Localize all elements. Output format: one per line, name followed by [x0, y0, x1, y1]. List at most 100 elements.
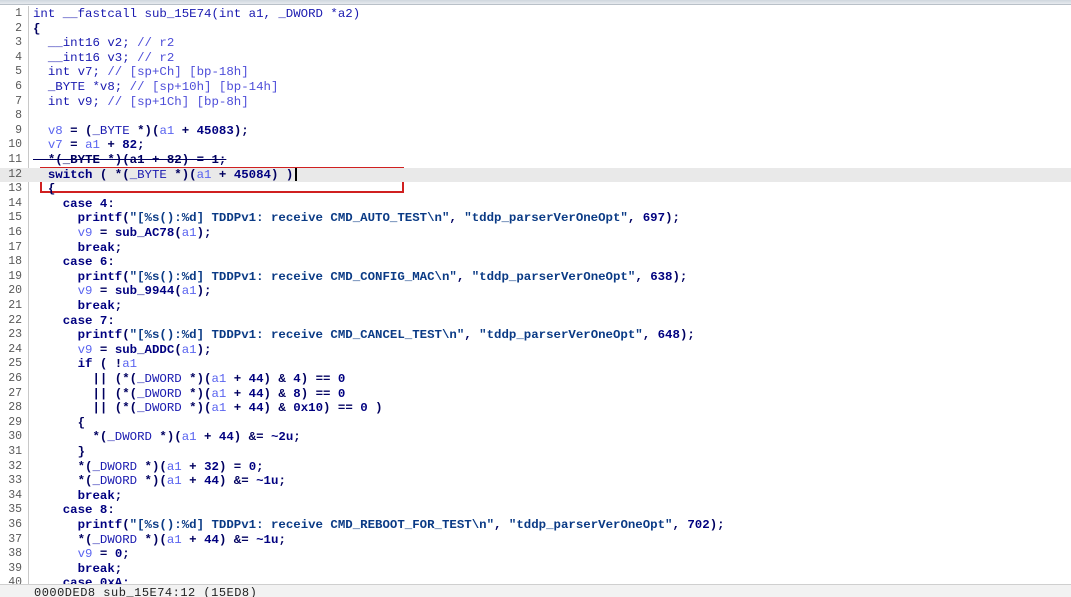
- code-line[interactable]: 22 case 7:: [0, 314, 1071, 329]
- code-line[interactable]: 26 || (*(_DWORD *)(a1 + 44) & 4) == 0: [0, 372, 1071, 387]
- code-token: 44: [204, 532, 219, 547]
- code-line[interactable]: 13 {: [0, 182, 1071, 197]
- code-token: v7: [47, 138, 63, 153]
- line-number: 4: [15, 50, 22, 64]
- code-line[interactable]: 32 *(_DWORD *)(a1 + 32) = 0;: [0, 460, 1071, 475]
- code-text: *(_DWORD *)(a1 + 44) &= ~1u;: [33, 533, 286, 548]
- code-line[interactable]: 20 v9 = sub_9944(a1);: [0, 284, 1071, 299]
- code-token: a1: [166, 532, 182, 547]
- code-token: *)(: [129, 123, 160, 138]
- code-line[interactable]: 9 v8 = (_BYTE *)(a1 + 45083);: [0, 124, 1071, 139]
- code-token: ;: [114, 488, 123, 503]
- code-line[interactable]: 37 *(_DWORD *)(a1 + 44) &= ~1u;: [0, 533, 1071, 548]
- code-text: case 7:: [33, 314, 115, 329]
- code-line[interactable]: 23 printf("[%s():%d] TDDPv1: receive CMD…: [0, 328, 1071, 343]
- code-token: ) &: [263, 372, 294, 386]
- code-text: __int16 v3; // r2: [33, 51, 174, 66]
- code-line[interactable]: 1 int __fastcall sub_15E74(int a1, _DWORD…: [0, 7, 1071, 22]
- code-line[interactable]: 35 case 8:: [0, 503, 1071, 518]
- code-token: a1: [211, 401, 227, 416]
- code-token: a1: [211, 386, 227, 401]
- code-line[interactable]: 7 int v9; // [sp+1Ch] [bp-8h]: [0, 95, 1071, 110]
- code-line[interactable]: 5 int v7; // [sp+Ch] [bp-18h]: [0, 65, 1071, 80]
- code-token: ) &=: [218, 532, 257, 547]
- code-token: __int16 v3;: [33, 50, 138, 65]
- code-token: ) &=: [218, 474, 257, 489]
- code-line[interactable]: 34 break;: [0, 489, 1071, 504]
- code-token: "[%s():%d] TDDPv1: receive CMD_CANCEL_TE…: [129, 328, 465, 343]
- code-token: ): [367, 401, 383, 416]
- code-line[interactable]: 28 || (*(_DWORD *)(a1 + 44) & 0x10) == 0…: [0, 401, 1071, 416]
- code-line[interactable]: 15 printf("[%s():%d] TDDPv1: receive CMD…: [0, 211, 1071, 226]
- code-line[interactable]: 40 case 0xA:: [0, 576, 1071, 584]
- code-line[interactable]: 21 break;: [0, 299, 1071, 314]
- code-line[interactable]: 33 *(_DWORD *)(a1 + 44) &= ~1u;: [0, 474, 1071, 489]
- code-line[interactable]: 39 break;: [0, 562, 1071, 577]
- code-token: a1: [181, 342, 197, 357]
- code-line[interactable]: 12 switch ( *(_BYTE *)(a1 + 45084) ): [0, 167, 1071, 183]
- code-line[interactable]: 36 printf("[%s():%d] TDDPv1: receive CMD…: [0, 518, 1071, 533]
- line-number: 40: [8, 576, 22, 584]
- code-line[interactable]: 3 __int16 v2; // r2: [0, 36, 1071, 51]
- code-line[interactable]: 11 *(_BYTE *)(a1 + 82) = 1;: [0, 153, 1071, 168]
- code-token: 44: [248, 372, 264, 386]
- code-token: =: [92, 284, 115, 299]
- code-token: printf: [33, 211, 123, 226]
- code-token: ,: [494, 518, 509, 532]
- code-line[interactable]: 30 *(_DWORD *)(a1 + 44) &= ~2u;: [0, 430, 1071, 445]
- code-text: {: [33, 416, 85, 431]
- line-number: 5: [15, 65, 22, 79]
- code-token: 8: [293, 386, 301, 401]
- line-number: 10: [8, 138, 22, 152]
- code-text: || (*(_DWORD *)(a1 + 44) & 4) == 0: [33, 372, 345, 387]
- code-line[interactable]: 29 {: [0, 416, 1071, 431]
- code-line[interactable]: 2{: [0, 22, 1071, 37]
- code-text: case 6:: [33, 255, 115, 270]
- code-text: case 0xA:: [33, 576, 130, 584]
- line-number: 34: [8, 488, 22, 502]
- code-token: case: [33, 503, 100, 518]
- code-line[interactable]: 18 case 6:: [0, 255, 1071, 270]
- code-token: switch: [33, 167, 93, 182]
- code-line[interactable]: 14 case 4:: [0, 197, 1071, 212]
- code-token: case 0xA:: [33, 576, 130, 584]
- code-line[interactable]: 27 || (*(_DWORD *)(a1 + 44) & 8) == 0: [0, 387, 1071, 402]
- line-number: 7: [15, 94, 22, 108]
- code-token: // [sp+10h] [bp-14h]: [129, 80, 279, 94]
- code-token: 44: [204, 474, 219, 489]
- code-line[interactable]: 16 v9 = sub_AC78(a1);: [0, 226, 1071, 241]
- code-text: {: [33, 182, 55, 197]
- line-number: 13: [8, 182, 22, 196]
- code-line[interactable]: 38 v9 = 0;: [0, 547, 1071, 562]
- code-line[interactable]: 25 if ( !a1: [0, 357, 1071, 372]
- line-number: 25: [8, 357, 22, 371]
- line-number: 2: [15, 21, 22, 35]
- code-token: if: [33, 357, 93, 372]
- code-token: :: [107, 196, 115, 211]
- code-line[interactable]: 4 __int16 v3; // r2: [0, 51, 1071, 66]
- code-token: (: [122, 518, 130, 532]
- code-token: v8: [47, 123, 63, 138]
- code-token: ;: [278, 474, 286, 489]
- code-text: case 8:: [33, 503, 115, 518]
- code-token: || (*(: [33, 386, 138, 401]
- code-line[interactable]: 19 printf("[%s():%d] TDDPv1: receive CMD…: [0, 270, 1071, 285]
- code-token: break: [33, 561, 115, 576]
- code-line[interactable]: 10 v7 = a1 + 82;: [0, 138, 1071, 153]
- code-line[interactable]: 31 }: [0, 445, 1071, 460]
- pseudocode-editor[interactable]: 1 int __fastcall sub_15E74(int a1, _DWORD…: [0, 6, 1071, 584]
- code-token: ) ==: [300, 386, 338, 401]
- code-line[interactable]: 8: [0, 109, 1071, 124]
- code-token: "tddp_parserVerOneOpt": [479, 328, 643, 343]
- code-token: "[%s():%d] TDDPv1: receive CMD_REBOOT_FO…: [129, 518, 495, 532]
- code-token: :: [107, 313, 115, 328]
- code-line[interactable]: 17 break;: [0, 241, 1071, 256]
- code-token: 44: [248, 401, 264, 416]
- code-line[interactable]: 24 v9 = sub_ADDC(a1);: [0, 343, 1071, 358]
- code-token: {: [33, 21, 41, 36]
- code-line[interactable]: 6 _BYTE *v8; // [sp+10h] [bp-14h]: [0, 80, 1071, 95]
- code-token: v9: [77, 226, 93, 240]
